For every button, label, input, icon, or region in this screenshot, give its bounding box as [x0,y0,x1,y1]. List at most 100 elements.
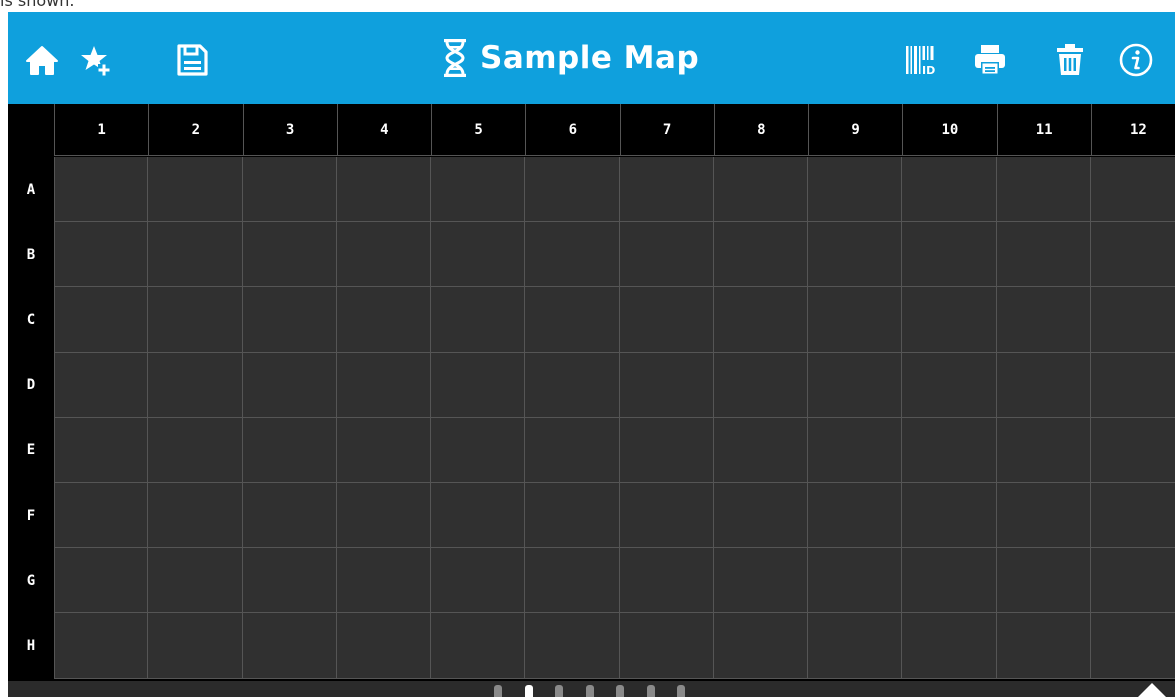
well-E3[interactable] [242,417,337,483]
column-header-3[interactable]: 3 [242,104,337,155]
well-H5[interactable] [431,613,526,679]
well-H6[interactable] [525,613,620,679]
column-header-4[interactable]: 4 [336,104,431,155]
well-H4[interactable] [336,613,431,679]
well-F2[interactable] [148,483,243,549]
home-icon[interactable] [24,42,60,78]
well-D8[interactable] [713,352,808,418]
well-E1[interactable] [54,417,149,483]
well-A4[interactable] [336,157,431,223]
page-dot-5[interactable] [616,685,624,697]
well-D6[interactable] [525,352,620,418]
well-H1[interactable] [54,613,149,679]
well-F1[interactable] [54,483,149,549]
star-plus-icon[interactable] [78,42,114,78]
well-F6[interactable] [525,483,620,549]
well-D4[interactable] [336,352,431,418]
save-icon[interactable] [174,42,210,78]
column-header-12[interactable]: 12 [1090,104,1175,155]
well-A7[interactable] [619,157,714,223]
well-C7[interactable] [619,287,714,353]
row-header-E[interactable]: E [8,417,54,483]
column-header-10[interactable]: 10 [902,104,997,155]
row-header-G[interactable]: G [8,548,54,614]
page-dot-6[interactable] [646,685,655,697]
row-header-F[interactable]: F [8,483,54,549]
well-A2[interactable] [148,157,243,223]
well-D10[interactable] [902,352,997,418]
page-dot-1[interactable] [494,685,502,697]
well-G7[interactable] [619,548,714,614]
well-A11[interactable] [996,157,1091,223]
well-D7[interactable] [619,352,714,418]
row-header-A[interactable]: A [8,157,54,223]
row-header-D[interactable]: D [8,352,54,418]
well-G12[interactable] [1090,548,1175,614]
print-icon[interactable] [972,42,1008,78]
well-C11[interactable] [996,287,1091,353]
well-G4[interactable] [336,548,431,614]
well-E4[interactable] [336,417,431,483]
page-dot-2[interactable] [524,685,533,697]
well-D1[interactable] [54,352,149,418]
well-B8[interactable] [713,222,808,288]
well-A12[interactable] [1090,157,1175,223]
well-C8[interactable] [713,287,808,353]
row-header-H[interactable]: H [8,613,54,679]
well-B10[interactable] [902,222,997,288]
well-F7[interactable] [619,483,714,549]
column-header-8[interactable]: 8 [713,104,808,155]
well-D5[interactable] [431,352,526,418]
well-D9[interactable] [808,352,903,418]
well-B3[interactable] [242,222,337,288]
info-icon[interactable] [1118,42,1154,78]
well-F4[interactable] [336,483,431,549]
well-H11[interactable] [996,613,1091,679]
well-B12[interactable] [1090,222,1175,288]
well-H9[interactable] [808,613,903,679]
well-B5[interactable] [431,222,526,288]
well-E10[interactable] [902,417,997,483]
well-E2[interactable] [148,417,243,483]
well-F11[interactable] [996,483,1091,549]
well-D3[interactable] [242,352,337,418]
well-F3[interactable] [242,483,337,549]
well-E6[interactable] [525,417,620,483]
well-B9[interactable] [808,222,903,288]
well-B2[interactable] [148,222,243,288]
well-E11[interactable] [996,417,1091,483]
well-G6[interactable] [525,548,620,614]
well-B7[interactable] [619,222,714,288]
well-A10[interactable] [902,157,997,223]
well-F8[interactable] [713,483,808,549]
well-H12[interactable] [1090,613,1175,679]
well-G2[interactable] [148,548,243,614]
well-A1[interactable] [54,157,149,223]
well-D11[interactable] [996,352,1091,418]
well-A5[interactable] [431,157,526,223]
scroll-up-arrow-icon[interactable] [1138,683,1166,697]
well-H3[interactable] [242,613,337,679]
well-G5[interactable] [431,548,526,614]
page-dot-3[interactable] [555,685,563,697]
well-G10[interactable] [902,548,997,614]
well-B4[interactable] [336,222,431,288]
well-E5[interactable] [431,417,526,483]
column-header-9[interactable]: 9 [808,104,903,155]
row-header-C[interactable]: C [8,287,54,353]
column-header-6[interactable]: 6 [525,104,620,155]
well-G1[interactable] [54,548,149,614]
well-C10[interactable] [902,287,997,353]
well-H8[interactable] [713,613,808,679]
well-C3[interactable] [242,287,337,353]
well-B6[interactable] [525,222,620,288]
well-D12[interactable] [1090,352,1175,418]
row-header-B[interactable]: B [8,222,54,288]
well-C12[interactable] [1090,287,1175,353]
well-F12[interactable] [1090,483,1175,549]
well-C6[interactable] [525,287,620,353]
column-header-11[interactable]: 11 [996,104,1091,155]
well-E8[interactable] [713,417,808,483]
well-F9[interactable] [808,483,903,549]
well-A3[interactable] [242,157,337,223]
